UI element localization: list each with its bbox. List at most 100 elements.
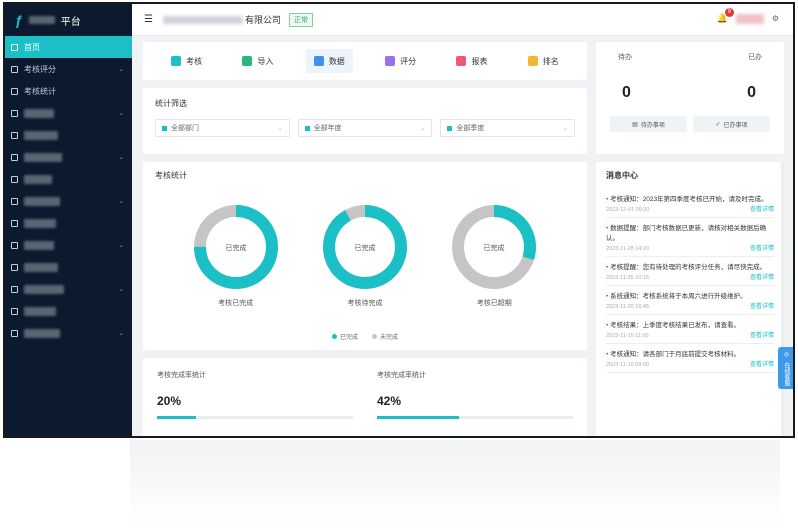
quick-nav-button-0[interactable]: 考核	[163, 49, 210, 73]
message-detail-link[interactable]: 查看详情	[750, 301, 774, 310]
donut-chart-0: 已完成 考核已完成	[181, 202, 291, 308]
progress-fill	[377, 416, 460, 419]
chevron-down-icon: ⌄	[118, 154, 124, 161]
scrollbar[interactable]	[781, 162, 784, 436]
donut-label: 考核待完成	[347, 300, 383, 307]
filter-select-value: 全部季度	[456, 125, 485, 132]
message-item[interactable]: 数据提醒：部门考核数据已更新，请核对相关数据后确认。 2023-11-28 14:…	[606, 218, 774, 257]
sidebar-item-7[interactable]: ⌄	[5, 190, 132, 212]
sidebar-item-2[interactable]: 考核统计	[5, 80, 132, 102]
progress-bar	[157, 416, 353, 419]
legend-swatch	[331, 334, 337, 339]
avatar[interactable]	[735, 13, 764, 24]
message-text: 考核通知：请各部门于月底前提交考核材料。	[606, 350, 774, 360]
quick-nav-button-5[interactable]: 排名	[520, 49, 567, 73]
sidebar-item-13[interactable]: ⌄	[5, 322, 132, 344]
quick-nav: 考核 导入 数据 评分 报表 排名	[143, 42, 587, 80]
message-detail-link[interactable]: 查看详情	[750, 204, 774, 213]
stat-head-done: 已办	[748, 54, 762, 61]
message-item[interactable]: 考核通知：2023年第四季度考核已开始，请及时完成。 2023-12-01 09:…	[606, 189, 774, 218]
sidebar-item-9[interactable]: ⌄	[5, 234, 132, 256]
topbar-actions: 🔔 9 ⚙	[717, 8, 779, 24]
message-detail-link[interactable]: 查看详情	[750, 359, 774, 368]
filter-select-2[interactable]: 全部季度 ⌄	[440, 119, 576, 137]
quick-nav-icon	[385, 56, 396, 66]
quick-nav-label: 数据	[328, 56, 345, 66]
legend-label: 未完成	[380, 335, 399, 341]
sidebar-item-label: 首页	[24, 42, 40, 52]
message-detail-link[interactable]: 查看详情	[750, 330, 774, 339]
menu-item-icon	[11, 87, 18, 95]
menu-item-icon	[11, 219, 18, 227]
message-item[interactable]: 考核结果：上季度考核结果已发布，请查看。 2023-11-15 11:00 查看详情	[606, 315, 774, 344]
chevron-down-icon: ⌄	[118, 330, 124, 337]
sidebar-item-label-redacted	[24, 152, 62, 162]
done-items-button[interactable]: ✓ 已办事项	[693, 116, 770, 132]
message-date: 2023-11-15 11:00	[606, 333, 649, 339]
message-item[interactable]: 系统通知：考核系统将于本周六进行升级维护。 2023-11-20 16:45 查看详…	[606, 286, 774, 315]
donut-chart-2: 已完成 考核已超期	[439, 202, 549, 308]
message-item[interactable]: 考核通知：请各部门于月底前提交考核材料。 2023-11-10 09:00 查看详情	[606, 344, 774, 373]
message-detail-link[interactable]: 查看详情	[750, 243, 774, 252]
quick-nav-button-2[interactable]: 数据	[305, 49, 353, 73]
chevron-down-icon: ⌄	[118, 286, 124, 293]
donut-center-text: 已完成	[225, 243, 246, 252]
message-item[interactable]: 考核提醒：您有待处理的考核评分任务，请尽快完成。 2023-11-25 10:15…	[606, 257, 774, 286]
pending-items-button[interactable]: ▤ 待办事项	[610, 116, 687, 132]
sidebar-item-label-redacted	[24, 262, 58, 272]
chevron-down-icon: ⌄	[277, 125, 283, 132]
list-icon: ▤	[632, 121, 638, 128]
bell-icon[interactable]: 🔔 9	[717, 8, 734, 24]
quick-nav-icon	[171, 56, 182, 66]
check-icon: ✓	[715, 121, 721, 128]
topbar: ☰ 有限公司 正常 🔔 9 ⚙	[132, 4, 793, 36]
sidebar-item-10[interactable]	[5, 256, 132, 278]
sidebar-item-4[interactable]	[5, 124, 132, 146]
progress-bar	[377, 416, 573, 419]
sidebar-menu: 首页考核评分 ⌄ 考核统计 ⌄ ⌄ ⌄ ⌄ ⌄ ⌄	[5, 36, 132, 344]
logo-text: 平台	[60, 16, 81, 28]
settings-icon[interactable]: ⚙	[772, 14, 779, 23]
page-reflection	[130, 440, 780, 529]
quick-nav-button-4[interactable]: 报表	[448, 49, 495, 73]
support-float-button[interactable]: ◎ 在线客服	[778, 347, 793, 389]
sidebar-item-8[interactable]	[5, 212, 132, 234]
sidebar-item-0[interactable]: 首页	[5, 36, 132, 58]
status-tag: 正常	[288, 12, 313, 27]
menu-toggle-icon[interactable]: ☰	[144, 14, 153, 25]
sidebar-item-label-redacted	[24, 240, 54, 250]
org-name-suffix: 有限公司	[244, 15, 281, 25]
message-center: 消息中心 考核通知：2023年第四季度考核已开始，请及时完成。 2023-12-0…	[596, 162, 784, 436]
message-center-title: 消息中心	[606, 171, 638, 180]
quick-nav-button-3[interactable]: 评分	[377, 49, 424, 73]
progress-label: 考核完成率统计	[157, 372, 206, 379]
sidebar-item-11[interactable]: ⌄	[5, 278, 132, 300]
sidebar-item-1[interactable]: 考核评分 ⌄	[5, 58, 132, 80]
menu-item-icon	[11, 43, 18, 51]
sidebar-item-5[interactable]: ⌄	[5, 146, 132, 168]
message-detail-link[interactable]: 查看详情	[750, 272, 774, 281]
stat-heads: 待办 已办	[610, 52, 770, 62]
sidebar-item-label: 考核统计	[24, 86, 56, 96]
todo-stats-panel: 待办 已办 0 0 ▤ 待办事项 ✓ 已办事项	[596, 42, 784, 154]
filter-select-0[interactable]: 全部部门 ⌄	[155, 119, 290, 137]
filter-select-1[interactable]: 全部年度 ⌄	[297, 119, 433, 137]
sidebar-item-3[interactable]: ⌄	[5, 102, 132, 124]
quick-nav-button-1[interactable]: 导入	[234, 49, 281, 73]
sidebar-item-12[interactable]	[5, 300, 132, 322]
done-items-label: 已办事项	[723, 122, 748, 129]
legend-item-0: 已完成	[331, 332, 358, 341]
donut-svg: 已完成	[322, 205, 407, 289]
chat-icon: ◎	[783, 351, 790, 358]
sidebar-item-6[interactable]	[5, 168, 132, 190]
select-icon	[162, 125, 167, 131]
app-window: ƒ 平台 首页 考核评分 ⌄ 考核统计 ⌄ ⌄ ⌄ ⌄ ⌄ ⌄ ☰ 有限公司 正常 🔔 9 ⚙ 考…	[3, 2, 795, 438]
message-text: 考核提醒：您有待处理的考核评分任务，请尽快完成。	[606, 263, 774, 273]
message-date: 2023-11-28 14:20	[606, 246, 650, 252]
donut-label: 考核已完成	[218, 300, 254, 307]
filter-panel: 统计筛选 全部部门 ⌄ 全部年度 ⌄ 全部季度 ⌄	[143, 88, 587, 154]
progress-value: 42%	[377, 394, 402, 408]
stat-num-done: 0	[747, 84, 756, 101]
progress-stat-0: 考核完成率统计 20%	[157, 370, 353, 428]
donut-panel: 考核统计 已完成 考核已完成 已完成 考核待完成 已完成 考核已超期 已完成 未完成	[143, 162, 587, 350]
